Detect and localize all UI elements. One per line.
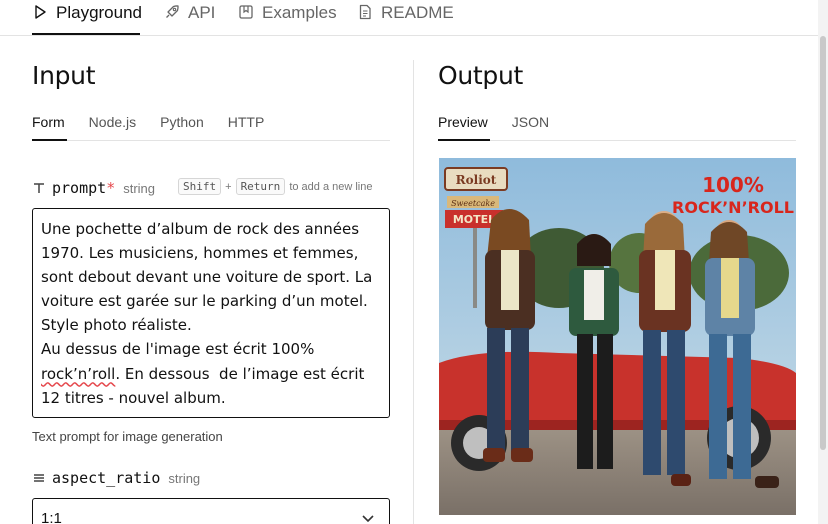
newline-hint: Shift + Return to add a new line <box>178 178 372 195</box>
tab-readme[interactable]: README <box>357 0 454 36</box>
prompt-help-text: Text prompt for image generation <box>32 429 223 444</box>
column-divider <box>413 60 414 524</box>
input-tabs-rule <box>32 140 390 141</box>
tab-examples[interactable]: Examples <box>238 0 337 36</box>
rocket-icon <box>164 4 180 20</box>
aspect-field-header: aspect_ratio string <box>32 469 200 487</box>
aspect-ratio-value: 1:1 <box>41 510 62 524</box>
tab-nodejs[interactable]: Node.js <box>89 112 136 142</box>
prompt-textarea[interactable]: Une pochette d’album de rock des années … <box>32 208 390 418</box>
input-title: Input <box>32 61 96 90</box>
document-icon <box>357 4 373 20</box>
prompt-field-name: prompt <box>52 179 107 197</box>
output-tabs-rule <box>438 140 796 141</box>
chevron-down-icon <box>361 511 375 523</box>
tab-playground-label: Playground <box>56 3 143 22</box>
tab-json[interactable]: JSON <box>512 112 549 142</box>
prompt-text: Une pochette d’album de rock des années … <box>41 220 373 359</box>
hint-text: to add a new line <box>289 180 373 193</box>
spellcheck-word: rock’n’roll <box>41 364 116 383</box>
bookmark-icon <box>238 4 254 20</box>
top-navigation: Playground API Examples README <box>0 0 828 36</box>
tab-python[interactable]: Python <box>160 112 204 142</box>
output-tabs: Preview JSON <box>438 112 573 142</box>
tab-readme-label: README <box>381 3 454 22</box>
sign-top-text: Roliot <box>456 173 497 187</box>
tab-api-label: API <box>188 3 216 22</box>
cover-headline-bottom: ROCK’N’ROLL <box>672 198 794 217</box>
prompt-field-header: prompt * string <box>32 179 155 197</box>
sign-mid-text: Sweetcake <box>451 199 495 208</box>
input-tabs: Form Node.js Python HTTP <box>32 112 288 142</box>
return-key: Return <box>235 178 286 195</box>
scrollbar-thumb[interactable] <box>820 36 826 450</box>
tab-examples-label: Examples <box>262 3 337 22</box>
tab-preview[interactable]: Preview <box>438 112 488 142</box>
aspect-field-type: string <box>168 470 201 486</box>
output-tab-indicator <box>438 139 490 141</box>
tab-http[interactable]: HTTP <box>228 112 265 142</box>
sign-bottom-text: MOTEL <box>453 213 495 226</box>
shift-key: Shift <box>178 178 222 195</box>
play-icon <box>32 4 48 20</box>
tab-api[interactable]: API <box>164 0 215 36</box>
prompt-field-type: string <box>123 180 156 196</box>
list-type-icon <box>32 471 46 485</box>
cover-headline-top: 100% <box>702 173 764 197</box>
generated-image[interactable]: Roliot Sweetcake MOTEL 100% ROCK’N’ROLL <box>439 158 796 515</box>
aspect-field-name: aspect_ratio <box>52 469 161 487</box>
aspect-ratio-select[interactable]: 1:1 <box>32 498 390 524</box>
tab-playground[interactable]: Playground <box>32 0 142 36</box>
tab-form[interactable]: Form <box>32 112 65 142</box>
required-marker: * <box>106 179 116 197</box>
input-tab-indicator <box>32 139 67 141</box>
hint-plus: + <box>225 180 232 193</box>
active-tab-indicator <box>32 33 140 35</box>
text-type-icon <box>32 181 46 195</box>
output-title: Output <box>438 61 524 90</box>
album-cover-illustration: Roliot Sweetcake MOTEL 100% ROCK’N’ROLL <box>439 158 796 515</box>
